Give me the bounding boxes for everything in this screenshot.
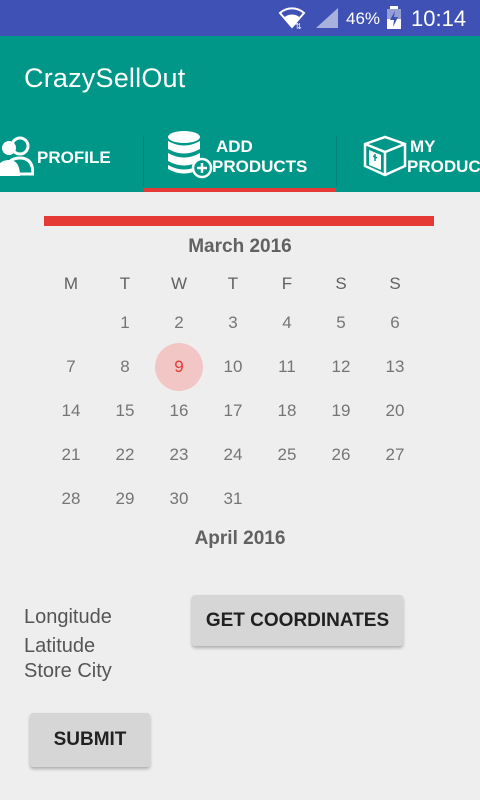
- calendar-day-label: 1: [120, 313, 130, 332]
- calendar-day-label: 9: [174, 357, 184, 376]
- calendar-day-label: 30: [169, 489, 189, 508]
- tab-my-products-label-1: MY: [410, 137, 436, 156]
- calendar-day-selected[interactable]: 9: [155, 343, 203, 391]
- tab-add-products[interactable]: ADD PRODUCTS: [144, 130, 336, 192]
- calendar-day-label: 24: [223, 445, 243, 464]
- month-title-march: March 2016: [188, 236, 292, 257]
- calendar-day-label: 12: [331, 357, 351, 376]
- calendar-day[interactable]: 26: [317, 431, 365, 479]
- calendar-day-label: 2: [174, 313, 184, 332]
- calendar-day[interactable]: 31: [209, 475, 257, 523]
- calendar-day-label: 5: [336, 313, 346, 332]
- calendar-day-label: 31: [223, 489, 243, 508]
- calendar-day[interactable]: 29: [101, 475, 149, 523]
- weekday-label: T: [227, 274, 239, 293]
- weekday-label: S: [335, 274, 347, 293]
- calendar-day-label: 8: [120, 357, 130, 376]
- calendar-day[interactable]: 15: [101, 387, 149, 435]
- calendar-day[interactable]: 24: [209, 431, 257, 479]
- calendar-day[interactable]: 14: [47, 387, 95, 435]
- calendar-day[interactable]: 25: [263, 431, 311, 479]
- svg-text:⇅: ⇅: [295, 22, 302, 29]
- calendar-day[interactable]: 12: [317, 343, 365, 391]
- calendar-day-label: 26: [331, 445, 351, 464]
- calendar-day[interactable]: 30: [155, 475, 203, 523]
- calendar-day-label: 14: [61, 401, 81, 420]
- month-title-april: April 2016: [194, 528, 286, 549]
- calendar-day-label: 23: [169, 445, 189, 464]
- weekday-label: S: [389, 274, 401, 293]
- calendar-day[interactable]: 22: [101, 431, 149, 479]
- tab-add-products-label-2: PRODUCTS: [212, 157, 308, 176]
- calendar-day-label: 25: [277, 445, 297, 464]
- weekday-label: W: [170, 274, 188, 293]
- calendar-day-label: 21: [61, 445, 81, 464]
- add-products-content: March 2016 M T W T F S S 1 2 3 4 5 6 7 8 9 10 11 12…: [0, 192, 480, 800]
- calendar-day-label: 17: [223, 401, 243, 420]
- app-title: CrazySellOut: [24, 63, 186, 93]
- signal-icon: [316, 8, 338, 28]
- calendar-day-label: 7: [66, 357, 76, 376]
- battery-icon: [387, 6, 401, 29]
- calendar-day[interactable]: 8: [101, 343, 149, 391]
- calendar-day-label: 27: [385, 445, 405, 464]
- calendar-day[interactable]: 3: [209, 299, 257, 347]
- calendar-day[interactable]: 10: [209, 343, 257, 391]
- tab-profile-label: PROFILE: [37, 148, 111, 167]
- calendar-day-label: 10: [223, 357, 243, 376]
- calendar-day[interactable]: 28: [47, 475, 95, 523]
- calendar-day-label: 4: [282, 313, 292, 332]
- calendar-day[interactable]: 20: [371, 387, 419, 435]
- database-add-icon: [168, 131, 213, 179]
- weekday-label: M: [63, 274, 79, 293]
- calendar-day[interactable]: 5: [317, 299, 365, 347]
- calendar-day[interactable]: 11: [263, 343, 311, 391]
- calendar-day-label: 6: [390, 313, 400, 332]
- wifi-icon: ⇅: [278, 7, 306, 29]
- calendar-day-label: 15: [115, 401, 135, 420]
- tab-add-products-label-1: ADD: [216, 137, 253, 156]
- box-icon: [363, 135, 407, 177]
- calendar-day-label: 19: [331, 401, 351, 420]
- calendar-day[interactable]: 19: [317, 387, 365, 435]
- tab-my-products[interactable]: MY PRODUCTS: [337, 130, 480, 192]
- calendar-day[interactable]: 27: [371, 431, 419, 479]
- calendar-day[interactable]: 7: [47, 343, 95, 391]
- app-bar: CrazySellOut PROFILE ADD PRODUCTS MY PRO…: [0, 36, 480, 192]
- calendar-day-label: 16: [169, 401, 189, 420]
- profile-icon: [0, 136, 34, 176]
- status-bar: ⇅ 46% 10:14: [0, 0, 480, 36]
- latitude-label: Latitude: [24, 635, 96, 657]
- calendar-day[interactable]: 2: [155, 299, 203, 347]
- weekday-label: T: [119, 274, 131, 293]
- tab-my-products-label-2: PRODUCTS: [407, 157, 480, 176]
- calendar-day-label: 22: [115, 445, 135, 464]
- tab-bar: PROFILE ADD PRODUCTS MY PRODUC: [0, 130, 480, 192]
- status-time: 10:14: [411, 6, 467, 31]
- calendar-day-label: 11: [278, 357, 296, 376]
- calendar-day[interactable]: 21: [47, 431, 95, 479]
- calendar-day-label: 18: [277, 401, 297, 420]
- calendar-day-label: 3: [228, 313, 238, 332]
- get-coordinates-button[interactable]: GET COORDINATES: [192, 595, 403, 646]
- calendar-day-label: 29: [115, 489, 135, 508]
- store-city-label: Store City: [24, 660, 112, 682]
- calendar-day[interactable]: 4: [263, 299, 311, 347]
- calendar-day-label: 20: [385, 401, 405, 420]
- calendar-day[interactable]: 6: [371, 299, 419, 347]
- battery-percent: 46%: [346, 9, 381, 28]
- calendar-day[interactable]: 18: [263, 387, 311, 435]
- tab-profile[interactable]: PROFILE: [0, 130, 144, 192]
- calendar-day[interactable]: 17: [209, 387, 257, 435]
- submit-button[interactable]: SUBMIT: [30, 713, 150, 767]
- calendar-day[interactable]: 23: [155, 431, 203, 479]
- weekday-label: F: [281, 274, 293, 293]
- calendar-day-label: 13: [385, 357, 405, 376]
- calendar-header-bar: [44, 216, 434, 226]
- calendar-day-label: 28: [61, 489, 81, 508]
- calendar-day[interactable]: 1: [101, 299, 149, 347]
- calendar-day[interactable]: 16: [155, 387, 203, 435]
- longitude-label: Longitude: [24, 606, 112, 628]
- calendar-day[interactable]: 13: [371, 343, 419, 391]
